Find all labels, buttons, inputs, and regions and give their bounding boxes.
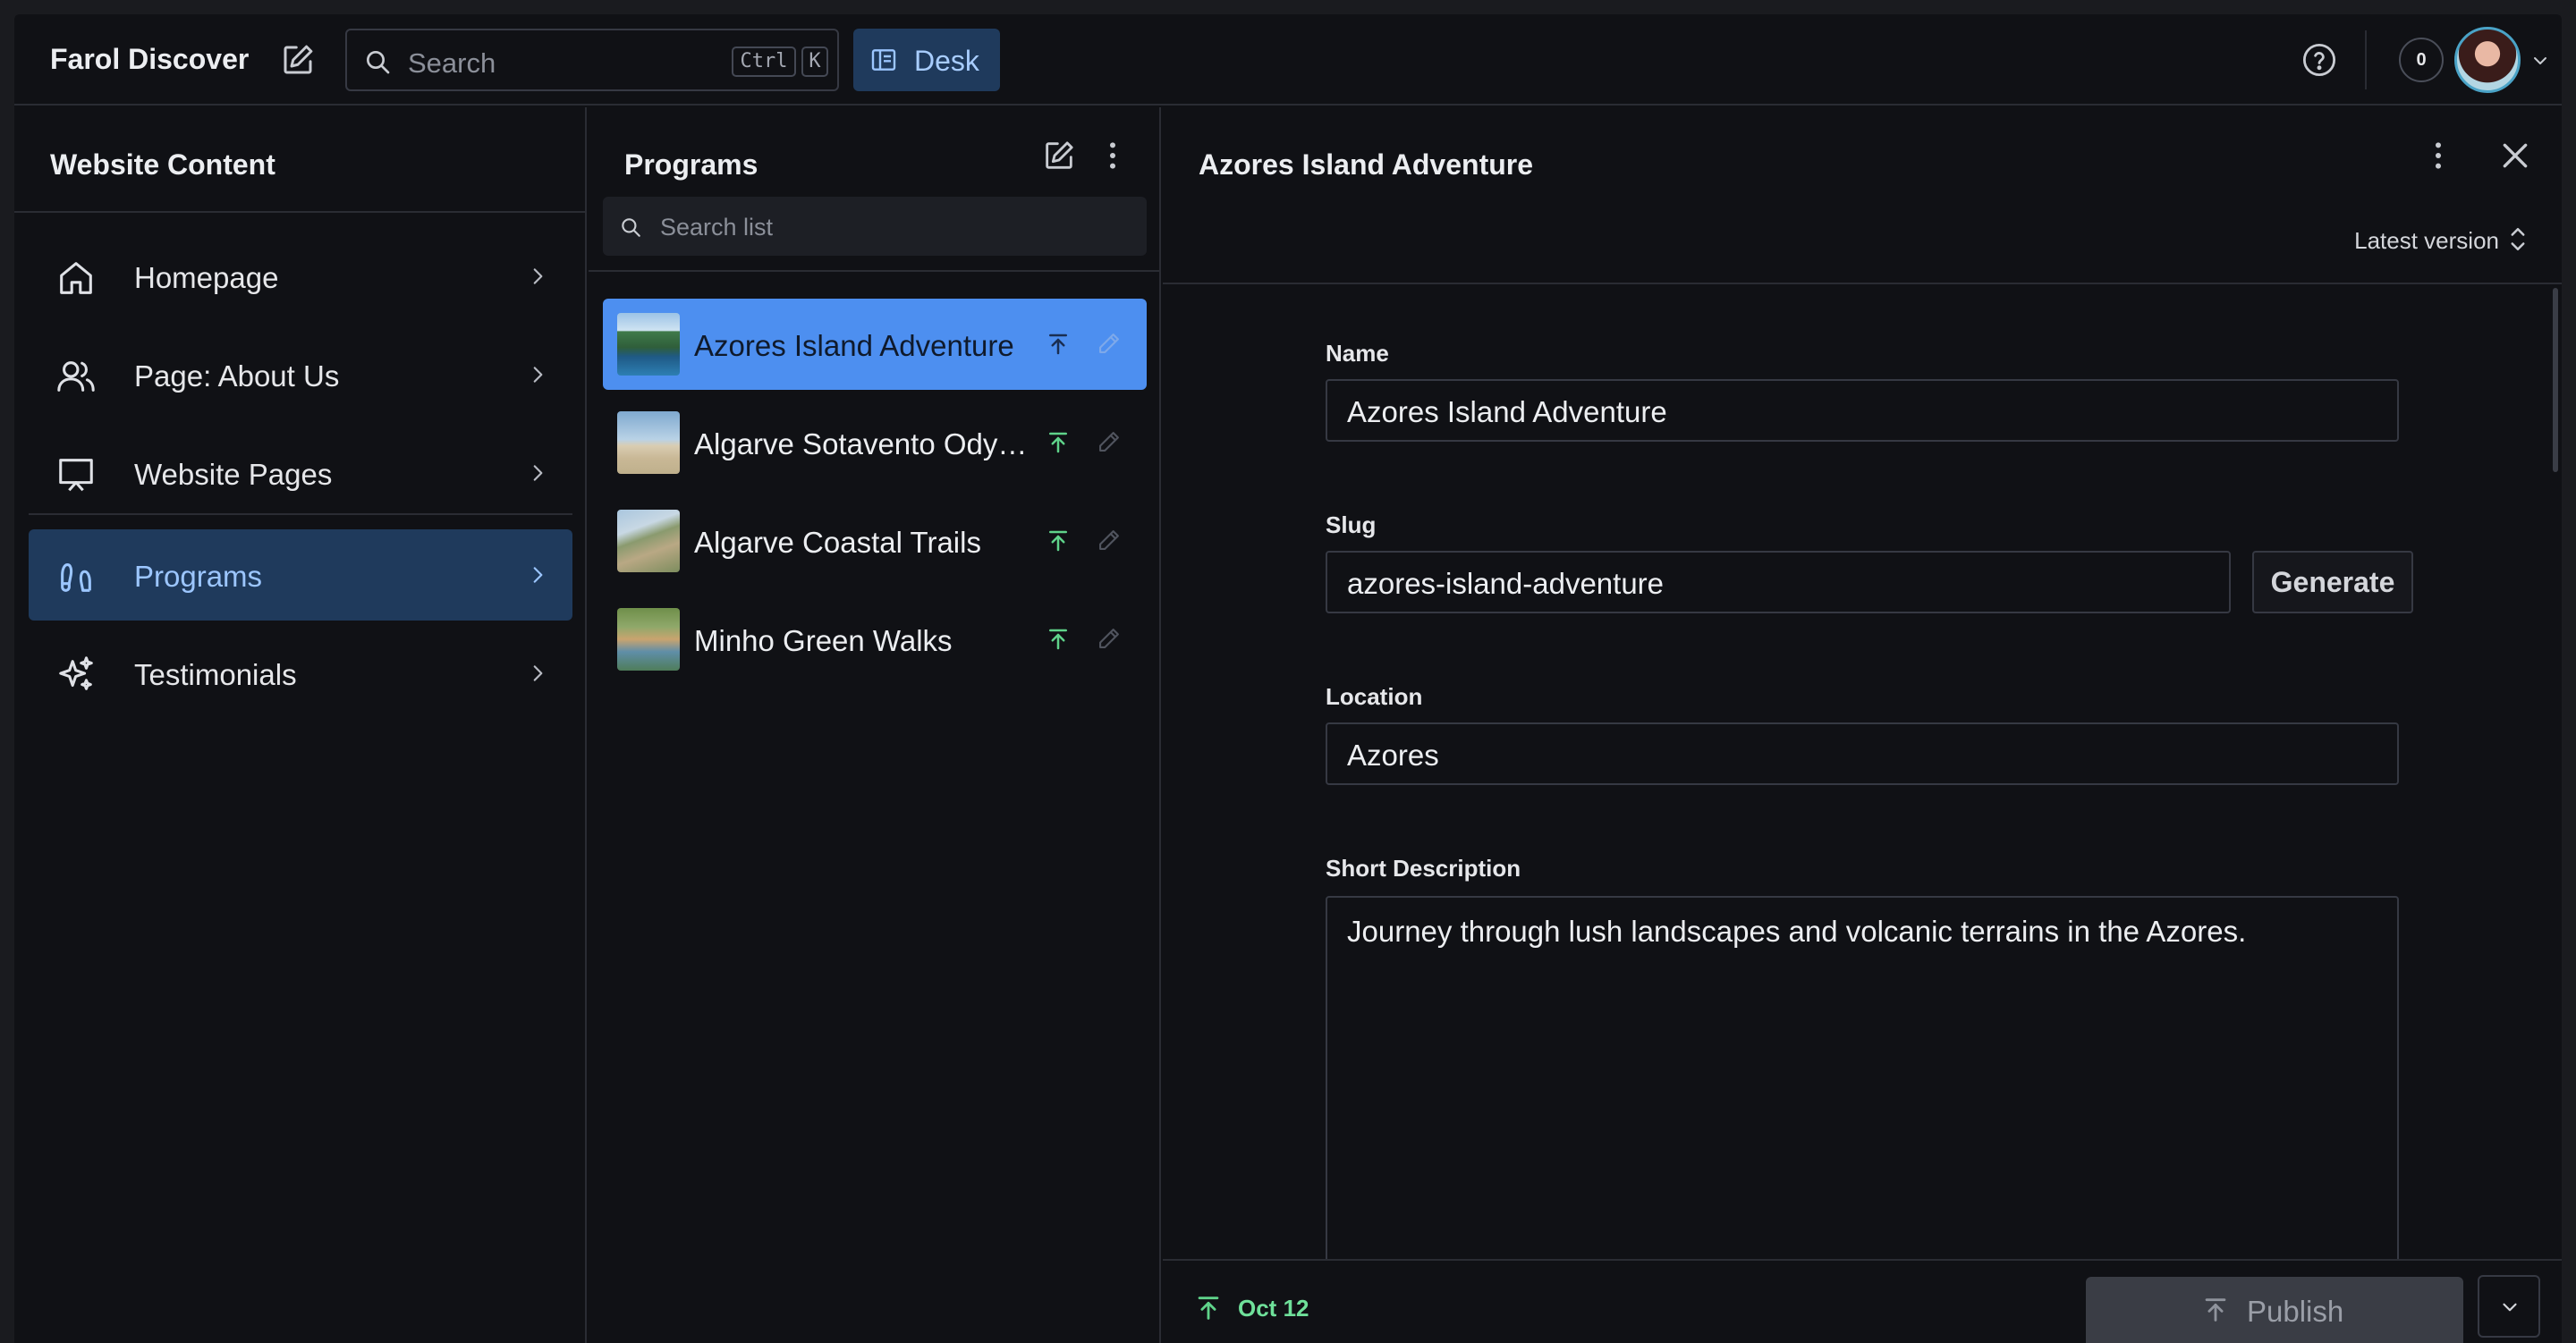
document-footer: Oct 12 Publish [1163, 1259, 2562, 1343]
help-icon [2302, 43, 2336, 77]
document-menu-button[interactable] [2420, 138, 2456, 173]
toolbar-divider [2365, 30, 2367, 89]
chevron-right-icon [526, 363, 549, 386]
list-item[interactable]: Azores Island Adventure [603, 299, 1147, 390]
nav-item-label: Website Pages [134, 458, 333, 491]
nav-item-testimonials[interactable]: Testimonials [29, 628, 572, 719]
pencil-icon [1097, 429, 1122, 454]
presentation-icon [55, 454, 97, 495]
close-pane-button[interactable] [2497, 138, 2533, 173]
more-vertical-icon [1110, 142, 1115, 169]
desk-icon [869, 46, 898, 74]
pencil-icon [1097, 626, 1122, 651]
studio-app: Farol Discover Search Ctrl K Desk 0 Webs… [14, 14, 2562, 1343]
published-icon [1045, 626, 1072, 653]
desk-tool-button[interactable]: Desk [853, 29, 1000, 91]
chevron-up-down-icon[interactable] [2504, 224, 2531, 256]
location-field[interactable]: Azores [1326, 722, 2399, 785]
pane-header-divider [14, 211, 585, 213]
compose-icon [284, 45, 313, 74]
shortcut-k-key: K [801, 46, 828, 77]
program-title: Azores Island Adventure [694, 329, 1014, 362]
published-date[interactable]: Oct 12 [1238, 1295, 1309, 1322]
programs-list-pane: Programs Search list Azores Island Adven… [589, 107, 1161, 1343]
publish-icon [2200, 1295, 2231, 1325]
structure-pane-title: Website Content [50, 148, 275, 181]
chevron-right-icon [526, 265, 549, 288]
program-title: Minho Green Walks [694, 624, 953, 657]
document-header-divider [1163, 283, 2562, 284]
location-field-label: Location [1326, 683, 1423, 710]
users-icon [55, 356, 97, 397]
sparkles-icon [55, 655, 97, 696]
publish-options-button[interactable] [2478, 1275, 2540, 1338]
create-program-button[interactable] [1041, 138, 1077, 173]
document-title: Azores Island Adventure [1199, 148, 1534, 181]
nav-item-about-us[interactable]: Page: About Us [29, 329, 572, 420]
home-icon [55, 258, 97, 299]
document-editor-pane: Azores Island Adventure Latest version N… [1163, 107, 2562, 1343]
user-avatar[interactable] [2454, 27, 2521, 93]
publish-label: Publish [2247, 1295, 2344, 1328]
desk-label: Desk [914, 45, 979, 77]
short-description-field-label: Short Description [1326, 855, 1521, 882]
form-scrollbar[interactable] [2553, 288, 2558, 472]
search-icon [363, 47, 392, 76]
global-search-input[interactable]: Search Ctrl K [345, 29, 839, 91]
generate-slug-button[interactable]: Generate [2252, 551, 2413, 613]
program-title: Algarve Coastal Trails [694, 526, 981, 559]
chevron-right-icon [526, 662, 549, 685]
search-icon [619, 215, 642, 239]
nav-item-label: Page: About Us [134, 359, 340, 393]
program-title: Algarve Sotavento Odyssey [694, 427, 1039, 460]
name-field-label: Name [1326, 340, 1389, 367]
more-vertical-icon [2436, 142, 2441, 169]
published-icon [1045, 429, 1072, 456]
list-menu-button[interactable] [1095, 138, 1131, 173]
shortcut-ctrl-key: Ctrl [732, 46, 796, 77]
list-search-placeholder: Search list [660, 214, 774, 241]
published-icon [1193, 1293, 1224, 1323]
search-placeholder: Search [408, 47, 496, 79]
list-item[interactable]: Algarve Coastal Trails [603, 495, 1147, 587]
list-search-input[interactable]: Search list [603, 197, 1147, 256]
nav-section-divider [29, 513, 572, 515]
help-button[interactable] [2301, 41, 2338, 79]
nav-item-label: Programs [134, 560, 263, 593]
nav-item-website-pages[interactable]: Website Pages [29, 427, 572, 519]
nav-item-label: Homepage [134, 261, 279, 294]
close-icon [2503, 143, 2528, 168]
slug-field[interactable]: azores-island-adventure [1326, 551, 2231, 613]
list-header-divider [589, 270, 1159, 272]
nav-item-homepage[interactable]: Homepage [29, 231, 572, 322]
new-document-button[interactable] [279, 41, 317, 79]
footprints-icon [55, 556, 97, 597]
chevron-right-icon [526, 461, 549, 485]
brand-title[interactable]: Farol Discover [50, 43, 249, 76]
nav-item-programs[interactable]: Programs [29, 529, 572, 621]
compose-icon [1046, 141, 1073, 169]
nav-item-label: Testimonials [134, 658, 297, 691]
version-selector[interactable]: Latest version [2354, 227, 2499, 255]
pencil-icon [1097, 331, 1122, 356]
notifications-button[interactable]: 0 [2399, 38, 2444, 82]
top-navbar: Farol Discover Search Ctrl K Desk 0 [14, 14, 2562, 106]
chevron-right-icon [526, 563, 549, 587]
chevron-down-icon [2503, 1303, 2517, 1312]
published-icon [1045, 528, 1072, 554]
list-item[interactable]: Minho Green Walks [603, 594, 1147, 685]
name-field[interactable]: Azores Island Adventure [1326, 379, 2399, 442]
program-thumbnail [617, 313, 680, 376]
pencil-icon [1097, 528, 1122, 553]
slug-field-label: Slug [1326, 511, 1377, 538]
program-thumbnail [617, 411, 680, 474]
program-thumbnail [617, 608, 680, 671]
programs-pane-title: Programs [624, 148, 758, 181]
publish-button[interactable]: Publish [2086, 1277, 2463, 1343]
chevron-down-icon[interactable] [2529, 50, 2551, 72]
program-thumbnail [617, 510, 680, 572]
published-icon [1045, 331, 1072, 358]
list-item[interactable]: Algarve Sotavento Odyssey [603, 397, 1147, 488]
structure-pane: Website Content Homepage Page: About Us [14, 107, 587, 1343]
